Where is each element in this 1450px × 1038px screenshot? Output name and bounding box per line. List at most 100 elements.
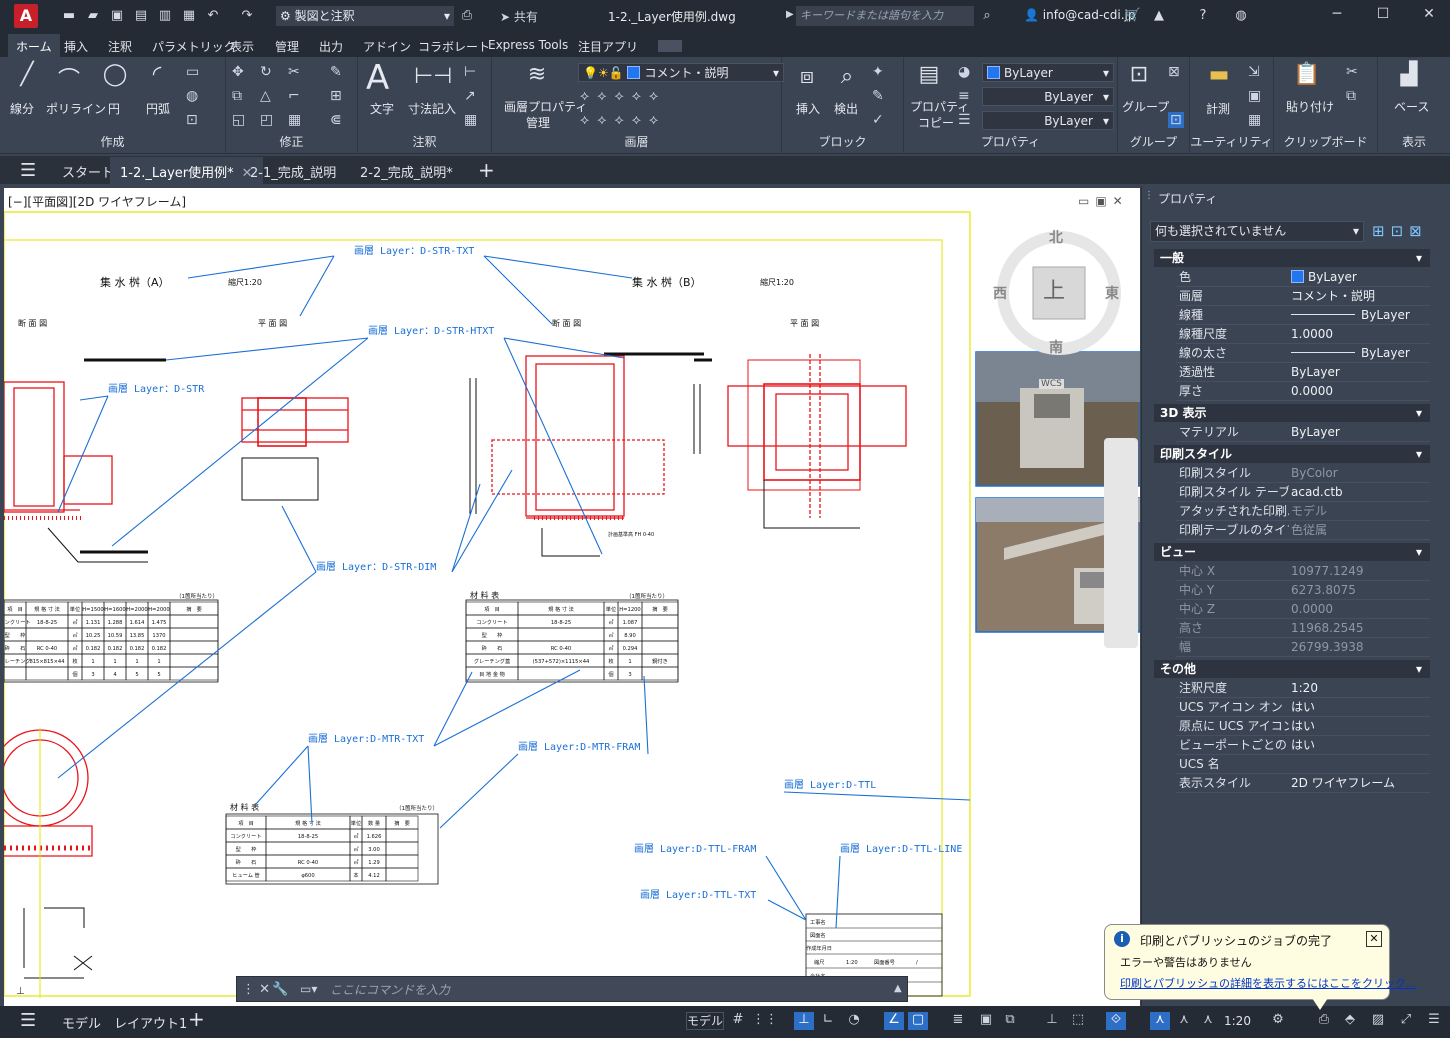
annotation-scale-icon[interactable]: ⋏ (1198, 1012, 1218, 1030)
plot-preview-icon[interactable]: ▥ (156, 7, 174, 25)
circle-icon[interactable]: ◯ (100, 62, 130, 87)
chevron-right-icon[interactable]: ▶ (786, 9, 794, 20)
layer-tools-row2[interactable]: ⟡⟡⟡⟡⟡ (580, 112, 666, 128)
property-row[interactable]: 印刷スタイル テーブルacad.ctb (1176, 483, 1430, 502)
maximize-icon[interactable]: ☐ (1372, 6, 1394, 26)
undo-icon[interactable]: ↶ (204, 7, 222, 25)
detect-icon[interactable]: ⌕ (832, 64, 862, 89)
publish-icon[interactable]: ▦ (180, 7, 198, 25)
property-row[interactable]: 印刷スタイル ByColor (1176, 464, 1430, 483)
property-row[interactable]: 線の太さ ByLayer (1176, 344, 1430, 363)
navigation-bar[interactable] (1104, 438, 1138, 648)
polyline-icon[interactable]: ⌒ (54, 62, 84, 94)
property-section[interactable]: 一般 ▾ (1154, 249, 1430, 267)
fillet-icon[interactable]: ⌐ (288, 88, 300, 104)
selection-cycling-icon[interactable]: ⧉ (1000, 1012, 1020, 1030)
view-cube-east[interactable]: 東 (1105, 283, 1119, 303)
redo-icon[interactable]: ↷ (238, 7, 256, 25)
ortho-icon[interactable]: ∟ (818, 1012, 838, 1030)
isolate-icon[interactable]: ⬘ (1340, 1012, 1360, 1030)
tab-addins[interactable]: アドイン (363, 38, 411, 55)
doc-tab-layer-example[interactable]: 1-2._Layer使用例* ✕ (110, 157, 263, 184)
circle-button[interactable]: 円 (108, 100, 120, 117)
command-history-icon[interactable]: ▲ (894, 983, 902, 994)
calculator-icon[interactable]: ▦ (1248, 112, 1261, 128)
customization-icon[interactable]: ☰ (1424, 1012, 1444, 1030)
lineweight-toggle-icon[interactable]: ≣ (948, 1012, 968, 1030)
property-row[interactable]: 注釈尺度 1:20 (1176, 679, 1430, 698)
create-block-icon[interactable]: ✦ (872, 64, 884, 80)
property-row[interactable]: マテリアル ByLayer (1176, 423, 1430, 442)
layer-properties-icon[interactable]: ≋ (520, 62, 554, 87)
rotate-icon[interactable]: ↻ (260, 64, 272, 80)
property-row[interactable]: アタッチされた印刷... モデル (1176, 502, 1430, 521)
property-row[interactable]: 透過性 ByLayer (1176, 363, 1430, 382)
stretch-icon[interactable]: ◱ (232, 112, 245, 128)
drawing-canvas[interactable]: 集 水 桝（A） 縮尺1:20 集 水 桝（B） 縮尺1:20 断 面 図 平 … (4, 188, 1140, 1006)
measure-icon[interactable]: ▬ (1202, 62, 1236, 87)
feedback-icon[interactable]: ◍ (1232, 7, 1250, 25)
plot-status-icon[interactable]: ⎙ (1314, 1012, 1334, 1030)
print-icon[interactable]: ⎙ (458, 7, 476, 25)
annotation-scale-value[interactable]: 1:20 (1224, 1014, 1251, 1028)
view-cube-south[interactable]: 南 (1049, 337, 1063, 357)
view-cube[interactable]: 上 北 西 東 南 WCS (993, 225, 1125, 389)
paste-icon[interactable]: 📋 (1290, 62, 1324, 87)
property-row[interactable]: 幅 26799.3938 (1176, 638, 1430, 657)
application-menu-button[interactable]: A (14, 4, 38, 28)
cut-icon[interactable]: ✂ (1346, 64, 1358, 80)
property-row[interactable]: 線種 ByLayer (1176, 306, 1430, 325)
scale-icon[interactable]: ◰ (260, 112, 273, 128)
insert-block-icon[interactable]: ⧈ (792, 64, 822, 89)
base-view-icon[interactable]: ▟ (1394, 62, 1424, 87)
save-as-icon[interactable]: ▤ (132, 7, 150, 25)
property-row[interactable]: 印刷テーブルのタイプ 色従属 (1176, 521, 1430, 540)
annotation-visibility-icon[interactable]: ⋏ (1150, 1012, 1170, 1030)
clean-screen-icon[interactable]: ⤢ (1396, 1012, 1416, 1030)
view-cube-west[interactable]: 西 (993, 283, 1007, 303)
hamburger-menu-icon[interactable]: ☰ (20, 160, 36, 181)
dimension-button[interactable]: 寸法記入 (408, 100, 456, 117)
tab-featured-apps[interactable]: 注目アプリ (578, 38, 638, 55)
property-row[interactable]: 高さ 11968.2545 (1176, 619, 1430, 638)
viewport-label[interactable]: [−][平面図][2D ワイヤフレーム] (8, 193, 186, 210)
trim-icon[interactable]: ✂ (288, 64, 300, 80)
copy-icon[interactable]: ⧉ (232, 88, 242, 104)
property-section[interactable]: 印刷スタイル ▾ (1154, 445, 1430, 463)
layer-tools-row1[interactable]: ⟡⟡⟡⟡⟡ (580, 88, 666, 104)
view-cube-top[interactable]: 上 (1043, 273, 1065, 305)
command-input[interactable]: ここにコマンドを入力 (330, 981, 450, 998)
new-tab-plus-icon[interactable]: + (478, 158, 495, 182)
property-row[interactable]: 中心 Y 6273.8075 (1176, 581, 1430, 600)
balloon-details-link[interactable]: 印刷とパブリッシュの詳細を表示するにはここをクリック... (1120, 975, 1417, 991)
quick-select-buttons[interactable]: ⊞⊡⊠ (1372, 222, 1428, 240)
doc-tab-start[interactable]: スタート (62, 162, 114, 181)
transparency-icon[interactable]: ▣ (976, 1012, 996, 1030)
group-select-icon[interactable]: ⊡ (1168, 112, 1184, 128)
grid-icon[interactable]: # (728, 1012, 748, 1030)
arc-icon[interactable]: ◜ (142, 62, 172, 87)
wrench-icon[interactable]: 🔧 (272, 982, 288, 997)
property-row[interactable]: ビューポートごとの UCSはい (1176, 736, 1430, 755)
tab-view[interactable]: 表示 (230, 38, 254, 55)
property-row[interactable]: 画層 コメント・説明 (1176, 287, 1430, 306)
rectangle-icon[interactable]: ▭ (186, 64, 199, 80)
dynamic-input-icon[interactable]: ⊥ (794, 1012, 814, 1030)
property-row[interactable]: 表示スタイル 2D ワイヤフレーム (1176, 774, 1430, 793)
group-icon[interactable]: ⊡ (1124, 62, 1154, 87)
auto-scale-icon[interactable]: ⋏ (1174, 1012, 1194, 1030)
snap-icon[interactable]: ⋮⋮ (752, 1012, 778, 1030)
move-icon[interactable]: ✥ (232, 64, 244, 80)
search-icon[interactable]: ⌕ (978, 7, 996, 25)
property-row[interactable]: UCS 名 (1176, 755, 1430, 774)
arc-button[interactable]: 円弧 (146, 100, 170, 117)
close-command-icon[interactable]: ⋮ ✕ (242, 982, 270, 997)
viewport-controls[interactable]: ▭▣✕ (1078, 194, 1129, 208)
tab-output[interactable]: 出力 (319, 38, 343, 55)
hatch-icon[interactable]: ◍ (186, 88, 198, 104)
text-button[interactable]: 文字 (370, 100, 394, 117)
group-button[interactable]: グループ (1122, 98, 1169, 115)
paste-button[interactable]: 貼り付け (1286, 98, 1334, 115)
tab-parametric[interactable]: パラメトリック (152, 38, 236, 55)
property-row[interactable]: 中心 X 10977.1249 (1176, 562, 1430, 581)
